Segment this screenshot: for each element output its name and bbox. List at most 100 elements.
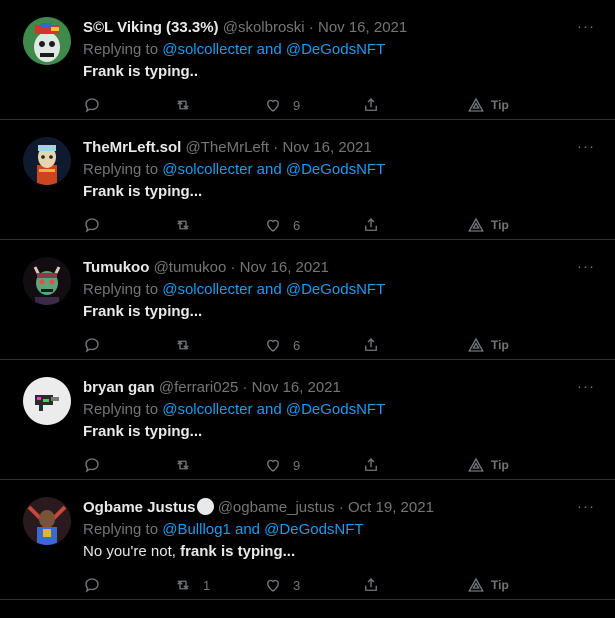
tweet-text: Frank is typing... (83, 181, 595, 203)
more-options-icon[interactable]: ··· (577, 377, 595, 397)
author-name[interactable]: bryan gan (83, 379, 155, 396)
author-name[interactable]: Ogbame Justus (83, 499, 196, 516)
retweet-icon (177, 100, 189, 110)
retweet-button[interactable] (174, 95, 203, 115)
more-options-icon[interactable]: ··· (577, 137, 595, 157)
tip-icon (468, 337, 484, 352)
tweet-text: Frank is typing.. (83, 61, 595, 83)
share-button[interactable] (362, 455, 380, 475)
like-button[interactable]: 6 (264, 335, 300, 355)
tweet[interactable]: Tumukoo @tumukoo · Nov 16, 2021 ··· Repl… (0, 240, 615, 360)
like-button[interactable]: 9 (264, 455, 300, 475)
avatar[interactable] (23, 497, 71, 545)
tweet[interactable]: bryan gan @ferrari025 · Nov 16, 2021 ···… (0, 360, 615, 480)
retweet-icon (177, 580, 189, 590)
tip-label: Tip (491, 458, 509, 472)
author-handle[interactable]: @ogbame_justus (218, 499, 335, 516)
tweet[interactable]: S©L Viking (33.3%) @skolbroski · Nov 16,… (0, 0, 615, 120)
tip-label: Tip (491, 338, 509, 352)
more-options-icon[interactable]: ··· (577, 257, 595, 277)
reply-icon (85, 458, 99, 473)
separator-dot: · (273, 139, 279, 156)
share-icon (365, 98, 377, 111)
author-handle[interactable]: @tumukoo (154, 259, 227, 276)
mention-link[interactable]: @solcollecter and @DeGodsNFT (162, 281, 385, 298)
tweet-date[interactable]: Nov 16, 2021 (282, 139, 371, 156)
replying-to-label: Replying to (83, 401, 163, 418)
action-bar: 6 Tip (83, 215, 603, 235)
retweet-button[interactable] (174, 335, 203, 355)
retweet-button[interactable] (174, 455, 203, 475)
reply-button[interactable] (83, 95, 112, 115)
author-name[interactable]: S©L Viking (33.3%) (83, 19, 219, 36)
separator-dot: · (338, 499, 344, 516)
tip-button[interactable]: Tip (467, 455, 509, 475)
mention-link[interactable]: @solcollecter and @DeGodsNFT (162, 401, 385, 418)
author-name[interactable]: Tumukoo (83, 259, 149, 276)
share-button[interactable] (362, 95, 380, 115)
tweet-date[interactable]: Nov 16, 2021 (252, 379, 341, 396)
tweet-text-bold: Frank is typing.. (83, 63, 199, 80)
retweet-icon (177, 460, 189, 470)
replying-to-label: Replying to (83, 521, 163, 538)
like-button[interactable]: 3 (264, 575, 300, 595)
mention-link[interactable]: @Bulllog1 and @DeGodsNFT (162, 521, 363, 538)
tip-label: Tip (491, 98, 509, 112)
reply-button[interactable] (83, 335, 112, 355)
reply-button[interactable] (83, 215, 112, 235)
like-button[interactable]: 6 (264, 215, 300, 235)
mention-link[interactable]: @solcollecter and @DeGodsNFT (162, 41, 385, 58)
tweet[interactable]: TheMrLeft.sol @TheMrLeft · Nov 16, 2021 … (0, 120, 615, 240)
reply-icon (85, 218, 99, 233)
reply-button[interactable] (83, 575, 112, 595)
tip-button[interactable]: Tip (467, 95, 509, 115)
retweet-button[interactable] (174, 215, 203, 235)
tip-label: Tip (491, 578, 509, 592)
tweet-date[interactable]: Oct 19, 2021 (348, 499, 434, 516)
action-bar: 9 Tip (83, 95, 603, 115)
more-options-icon[interactable]: ··· (577, 497, 595, 517)
reply-button[interactable] (83, 455, 112, 475)
verified-badge-icon (196, 498, 214, 515)
share-icon (365, 578, 377, 591)
like-count: 6 (293, 337, 301, 353)
tip-button[interactable]: Tip (467, 335, 509, 355)
author-handle[interactable]: @TheMrLeft (186, 139, 270, 156)
tweet-text: Frank is typing... (83, 421, 595, 443)
like-count: 9 (293, 457, 301, 473)
heart-icon (267, 459, 279, 472)
avatar[interactable] (23, 377, 71, 425)
avatar[interactable] (23, 17, 71, 65)
separator-dot: · (308, 19, 314, 36)
heart-icon (267, 99, 279, 112)
like-button[interactable]: 9 (264, 95, 300, 115)
tweet-text: Frank is typing... (83, 301, 595, 323)
tip-button[interactable]: Tip (467, 575, 509, 595)
avatar[interactable] (23, 257, 71, 305)
replying-to: Replying to @solcollecter and @DeGodsNFT (83, 39, 595, 61)
tweet-text-bold: frank is typing... (180, 543, 296, 560)
tweet[interactable]: Ogbame Justus @ogbame_justus · Oct 19, 2… (0, 480, 615, 600)
reply-icon (85, 578, 99, 593)
retweet-button[interactable]: 1 (174, 575, 210, 595)
avatar[interactable] (23, 137, 71, 185)
author-handle[interactable]: @skolbroski (223, 19, 305, 36)
tweet-date[interactable]: Nov 16, 2021 (318, 19, 407, 36)
separator-dot: · (242, 379, 248, 396)
more-options-icon[interactable]: ··· (577, 17, 595, 37)
like-count: 3 (293, 577, 301, 593)
tip-button[interactable]: Tip (467, 215, 509, 235)
replying-to-label: Replying to (83, 281, 163, 298)
share-button[interactable] (362, 575, 380, 595)
author-name[interactable]: TheMrLeft.sol (83, 139, 181, 156)
author-handle[interactable]: @ferrari025 (159, 379, 238, 396)
replying-to-label: Replying to (83, 41, 163, 58)
share-icon (365, 218, 377, 231)
share-icon (365, 338, 377, 351)
mention-link[interactable]: @solcollecter and @DeGodsNFT (162, 161, 385, 178)
heart-icon (267, 219, 279, 232)
tweet-date[interactable]: Nov 16, 2021 (240, 259, 329, 276)
share-button[interactable] (362, 335, 380, 355)
tweet-text: No you're not, frank is typing... (83, 541, 595, 563)
share-button[interactable] (362, 215, 380, 235)
